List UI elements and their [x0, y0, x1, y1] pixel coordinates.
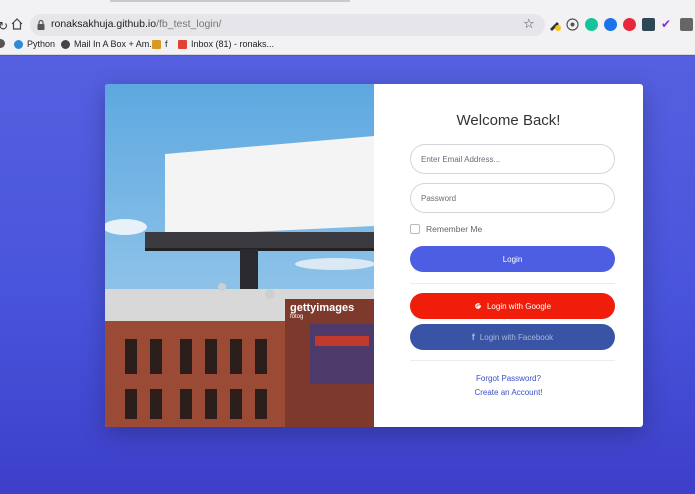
- bookmark-mail-in-a-box[interactable]: Mail In A Box + Am...: [61, 39, 157, 49]
- crown-icon: [152, 39, 161, 49]
- google-icon: [475, 303, 482, 309]
- bookmark-icon: [0, 39, 5, 48]
- forgot-password-link[interactable]: Forgot Password?: [374, 374, 643, 383]
- home-icon[interactable]: [10, 17, 24, 31]
- lock-icon: [37, 19, 45, 30]
- vpn-icon[interactable]: [604, 18, 617, 31]
- wallet-icon[interactable]: [642, 18, 655, 31]
- url-path: /fb_test_login/: [156, 18, 222, 30]
- grammarly-icon[interactable]: [585, 18, 598, 31]
- bookmark-label: f: [165, 39, 168, 49]
- active-tab-indicator: [110, 0, 350, 2]
- url-text[interactable]: ronaksakhuja.github.io/fb_test_login/: [51, 18, 221, 30]
- facebook-login-label: Login with Facebook: [479, 332, 554, 342]
- check-icon[interactable]: ✔: [661, 18, 674, 31]
- remember-label: Remember Me: [426, 224, 483, 234]
- url-host: ronaksakhuja.github.io: [51, 18, 157, 30]
- watermark-brand: gettyimages: [290, 302, 355, 314]
- watermark: gettyimages fotog: [290, 302, 354, 320]
- email-field[interactable]: [410, 144, 615, 174]
- login-form: Welcome Back! Remember Me Login Login wi…: [374, 84, 643, 427]
- login-card: gettyimages fotog Welcome Back! Remember…: [105, 84, 643, 427]
- bookmark-cut[interactable]: [0, 39, 5, 48]
- tab-icon[interactable]: [566, 18, 579, 31]
- google-login-label: Login with Google: [486, 301, 552, 311]
- billboard-photo: [105, 84, 374, 427]
- watermark-credit: fotog: [290, 314, 304, 320]
- pen-icon[interactable]: [548, 18, 561, 31]
- create-account-link[interactable]: Create an Account!: [374, 388, 643, 397]
- bookmark-label: Mail In A Box + Am...: [74, 39, 157, 49]
- remember-checkbox[interactable]: [410, 224, 420, 234]
- divider: [410, 360, 615, 361]
- globe-icon: [61, 39, 70, 49]
- browser-chrome: ↻ ronaksakhuja.github.io/fb_test_login/ …: [0, 0, 695, 55]
- adblock-icon[interactable]: [623, 18, 636, 31]
- facebook-icon: f: [471, 332, 475, 342]
- page-title: Welcome Back!: [456, 112, 561, 129]
- bookmark-f[interactable]: f: [152, 39, 168, 49]
- remember-me[interactable]: Remember Me: [410, 224, 482, 234]
- bookmark-inbox[interactable]: Inbox (81) - ronaks...: [178, 39, 274, 49]
- bookmark-star-icon[interactable]: ☆: [523, 17, 535, 31]
- bookmark-label: Python: [27, 39, 56, 49]
- google-login-button[interactable]: Login with Google: [410, 293, 615, 319]
- python-icon: [14, 39, 23, 49]
- facebook-login-button[interactable]: f Login with Facebook: [410, 324, 615, 350]
- gmail-icon: [178, 39, 187, 49]
- bookmark-label: Inbox (81) - ronaks...: [191, 39, 275, 49]
- login-button-label: Login: [502, 254, 523, 264]
- divider: [410, 283, 615, 284]
- bookmark-python[interactable]: Python: [14, 39, 55, 49]
- password-field[interactable]: [410, 183, 615, 213]
- menu-icon[interactable]: [680, 18, 693, 31]
- login-button[interactable]: Login: [410, 246, 615, 272]
- reload-icon[interactable]: ↻: [0, 19, 8, 33]
